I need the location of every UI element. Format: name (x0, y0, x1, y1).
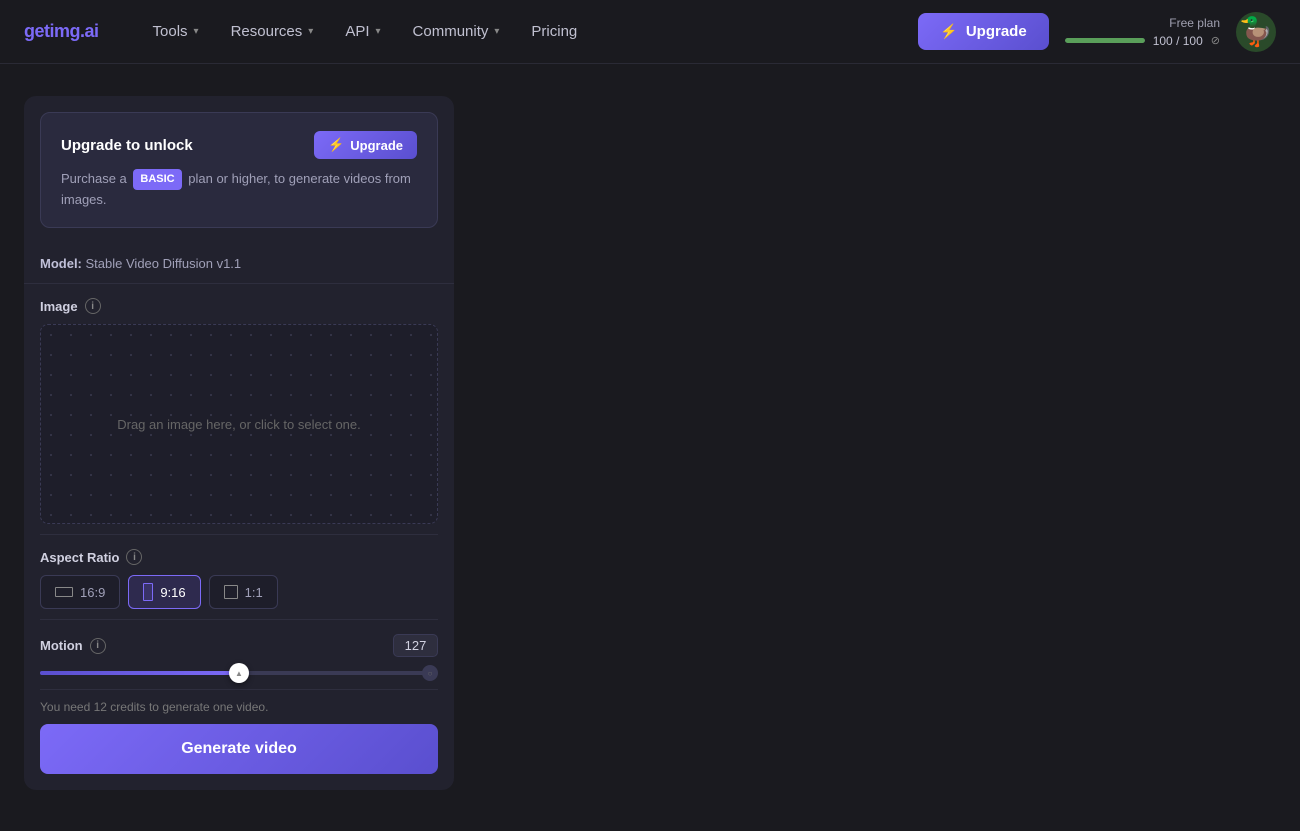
plan-total: 100 (1183, 34, 1203, 48)
image-info-icon[interactable]: i (85, 298, 101, 314)
upgrade-banner-text: Purchase a BASIC plan or higher, to gene… (61, 169, 417, 209)
aspect-thumb-9-16 (143, 583, 153, 601)
motion-slider-thumb[interactable] (229, 663, 249, 683)
aspect-ratio-label-text: Aspect Ratio (40, 550, 119, 565)
motion-label: Motion i (40, 638, 106, 654)
nav-item-pricing[interactable]: Pricing (517, 15, 591, 48)
basic-badge: BASIC (133, 169, 181, 190)
aspect-thumb-1-1 (224, 585, 238, 599)
image-field-label: Image i (40, 298, 438, 314)
nav-item-tools[interactable]: Tools ▾ (139, 15, 213, 48)
nav-label-resources: Resources (231, 23, 303, 40)
chevron-down-icon: ▾ (194, 26, 199, 37)
motion-header: Motion i 127 (40, 634, 438, 657)
form-body: Image i Drag an image here, or click to … (24, 284, 454, 790)
nav-item-resources[interactable]: Resources ▾ (217, 15, 328, 48)
generate-video-button[interactable]: Generate video (40, 724, 438, 774)
motion-slider-track: ○ (40, 671, 438, 675)
plan-info: Free plan 100 / 100 ⊘ (1065, 16, 1220, 48)
aspect-label-1-1: 1:1 (245, 585, 263, 600)
chevron-down-icon: ▾ (494, 26, 499, 37)
motion-section: Motion i 127 ○ (40, 620, 438, 690)
main-content: Upgrade to unlock ⚡ Upgrade Purchase a B… (0, 64, 1300, 822)
motion-slider-fill (40, 671, 239, 675)
nav-label-tools: Tools (153, 23, 188, 40)
upgrade-button[interactable]: ⚡ Upgrade (918, 13, 1048, 50)
generate-button-label: Generate video (181, 740, 297, 757)
logo[interactable]: getimg.ai (24, 21, 99, 42)
aspect-option-1-1[interactable]: 1:1 (209, 575, 278, 609)
navbar: getimg.ai Tools ▾ Resources ▾ API ▾ Comm… (0, 0, 1300, 64)
aspect-thumb-16-9 (55, 587, 73, 597)
aspect-option-16-9[interactable]: 16:9 (40, 575, 120, 609)
banner-text-before: Purchase a (61, 171, 127, 186)
motion-value: 127 (393, 634, 438, 657)
plan-progress-track (1065, 38, 1145, 43)
upgrade-button-label: Upgrade (966, 23, 1027, 40)
chevron-down-icon: ▾ (376, 26, 381, 37)
model-value: Stable Video Diffusion v1.1 (86, 256, 242, 271)
nav-label-api: API (345, 23, 369, 40)
model-label: Model: (40, 256, 82, 271)
upgrade-banner-header: Upgrade to unlock ⚡ Upgrade (61, 131, 417, 159)
aspect-ratio-label: Aspect Ratio i (40, 549, 438, 565)
aspect-rect-icon (55, 587, 73, 597)
plan-progress-fill (1065, 38, 1145, 43)
upgrade-banner-title: Upgrade to unlock (61, 137, 193, 154)
image-field-section: Image i Drag an image here, or click to … (40, 284, 438, 535)
aspect-ratio-info-icon[interactable]: i (126, 549, 142, 565)
nav-links: Tools ▾ Resources ▾ API ▾ Community ▾ Pr… (139, 15, 919, 48)
motion-slider-container: ○ (40, 667, 438, 679)
plan-credits-icon: ⊘ (1211, 34, 1220, 47)
aspect-label-16-9: 16:9 (80, 585, 105, 600)
avatar-image: 🦆 (1239, 15, 1274, 48)
upgrade-banner-button[interactable]: ⚡ Upgrade (314, 131, 417, 159)
plan-label: Free plan (1169, 16, 1220, 30)
image-label-text: Image (40, 299, 78, 314)
nav-label-community: Community (413, 23, 489, 40)
plan-bar-row: 100 / 100 ⊘ (1065, 34, 1220, 48)
bolt-icon: ⚡ (940, 23, 957, 40)
motion-label-text: Motion (40, 638, 83, 653)
dropzone-text: Drag an image here, or click to select o… (117, 417, 361, 432)
aspect-options: 16:9 9:16 1:1 (40, 575, 438, 609)
panel: Upgrade to unlock ⚡ Upgrade Purchase a B… (24, 96, 454, 790)
model-row: Model: Stable Video Diffusion v1.1 (24, 244, 454, 284)
chevron-down-icon: ▾ (308, 26, 313, 37)
nav-label-pricing: Pricing (531, 23, 577, 40)
credits-note: You need 12 credits to generate one vide… (40, 690, 438, 724)
upgrade-banner-button-label: Upgrade (350, 138, 403, 153)
plan-credits: 100 / 100 (1153, 34, 1203, 48)
nav-item-community[interactable]: Community ▾ (399, 15, 514, 48)
aspect-rect-icon (224, 585, 238, 599)
avatar[interactable]: 🦆 (1236, 12, 1276, 52)
motion-info-icon[interactable]: i (90, 638, 106, 654)
logo-text: getimg.ai (24, 21, 99, 41)
motion-slider-end-icon: ○ (422, 665, 438, 681)
aspect-rect-icon (143, 583, 153, 601)
aspect-ratio-section: Aspect Ratio i 16:9 9:16 (40, 535, 438, 620)
plan-separator: / (1176, 34, 1179, 48)
aspect-option-9-16[interactable]: 9:16 (128, 575, 200, 609)
plan-current: 100 (1153, 34, 1173, 48)
bolt-icon-banner: ⚡ (328, 137, 344, 153)
image-dropzone[interactable]: Drag an image here, or click to select o… (40, 324, 438, 524)
nav-item-api[interactable]: API ▾ (331, 15, 394, 48)
upgrade-banner: Upgrade to unlock ⚡ Upgrade Purchase a B… (40, 112, 438, 228)
aspect-label-9-16: 9:16 (160, 585, 185, 600)
nav-right: ⚡ Upgrade Free plan 100 / 100 ⊘ 🦆 (918, 12, 1276, 52)
